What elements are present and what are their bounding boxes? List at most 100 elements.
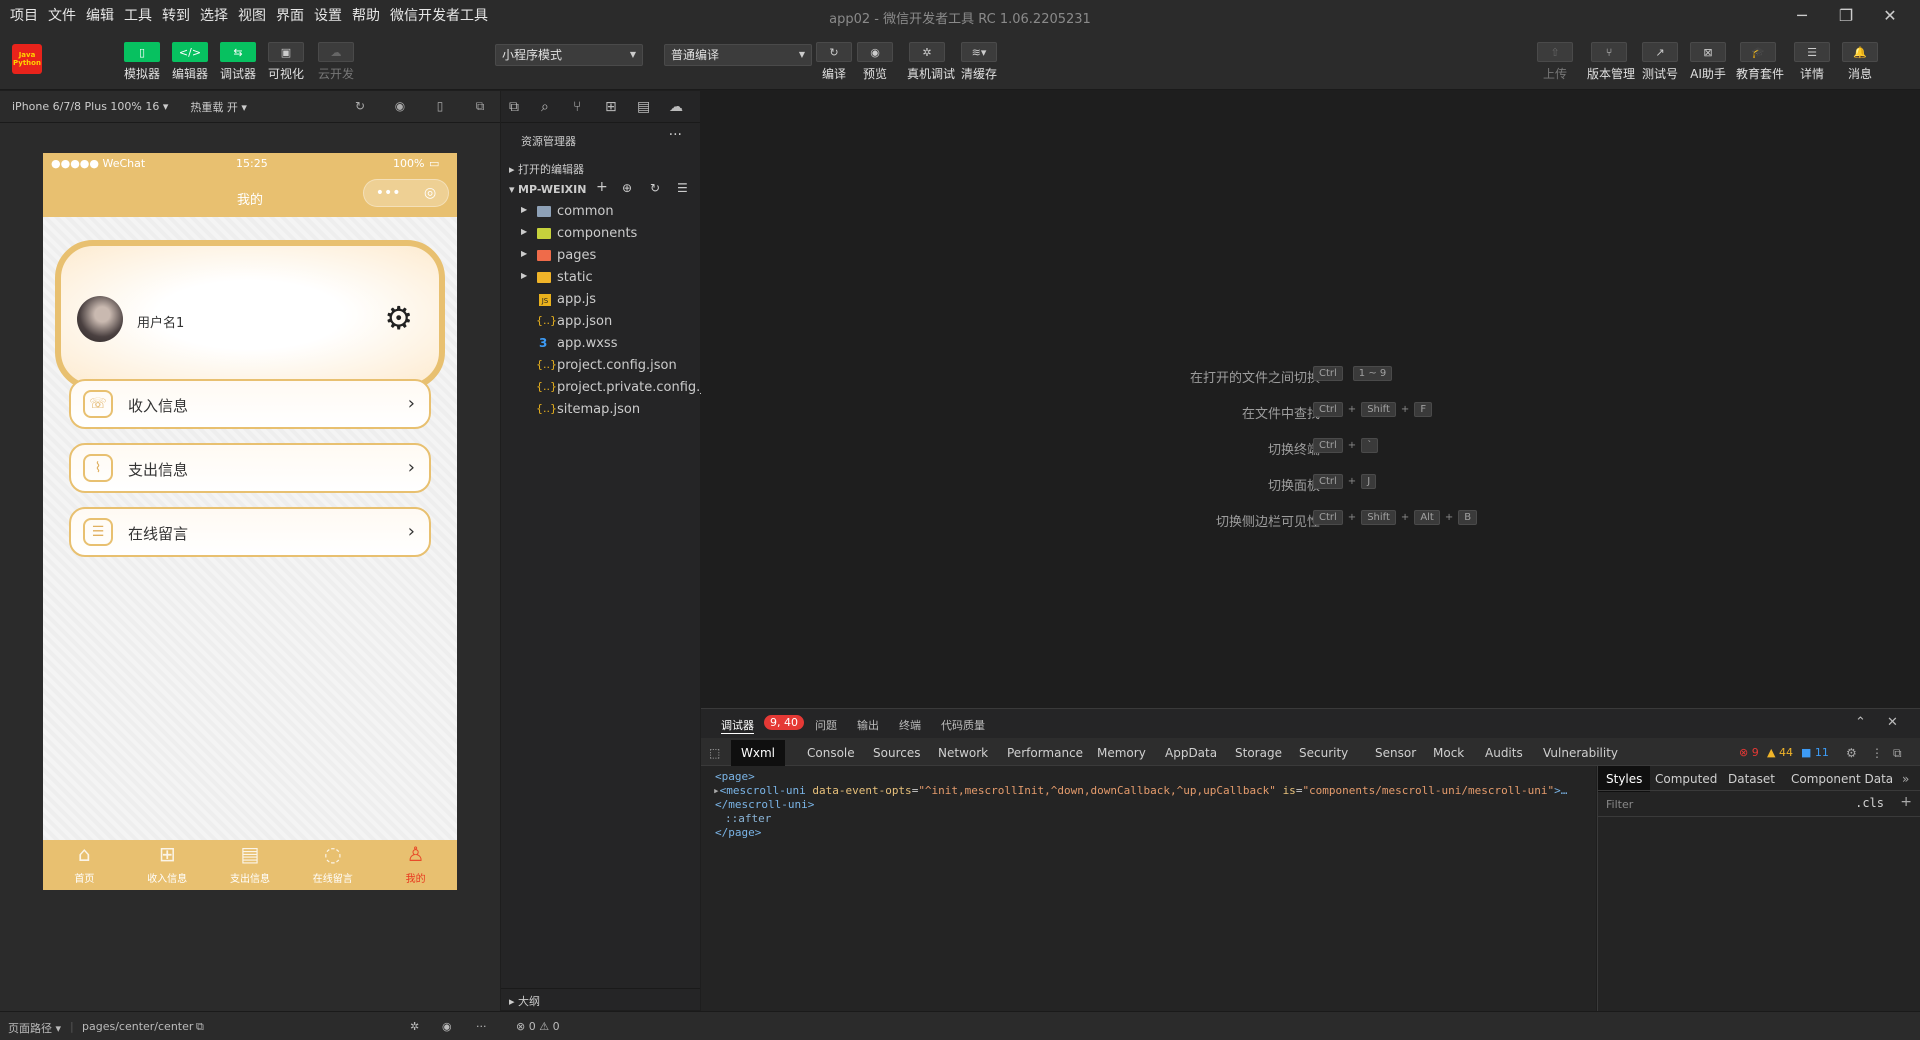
new-folder-icon[interactable]: ⊕: [622, 181, 632, 195]
visual-button[interactable]: ▣ 可视化: [266, 42, 306, 82]
info-count[interactable]: ■ 11: [1801, 746, 1829, 759]
chevron-double-right-icon[interactable]: »: [1902, 772, 1909, 786]
file-row-app-wxss[interactable]: 3 app.wxss: [501, 335, 700, 357]
filter-input[interactable]: Filter: [1606, 798, 1633, 811]
cls-toggle[interactable]: .cls: [1855, 796, 1884, 810]
close-icon[interactable]: ✕: [1887, 715, 1898, 730]
ai-button[interactable]: ⊠ AI助手: [1688, 42, 1728, 82]
simulator-button[interactable]: ▯ 模拟器: [122, 42, 162, 82]
inspect-icon[interactable]: ⬚: [709, 746, 720, 760]
restore-icon[interactable]: ❐: [1824, 4, 1868, 26]
debugger-button[interactable]: ⇆ 调试器: [218, 42, 258, 82]
tab-mine[interactable]: ♙ 我的: [374, 840, 457, 890]
tab-code-quality[interactable]: 代码质量: [941, 717, 985, 733]
more-icon[interactable]: ···: [476, 1020, 487, 1033]
outline-section[interactable]: ▸ 大纲: [501, 988, 700, 1010]
minimize-icon[interactable]: ─: [1780, 4, 1824, 26]
close-mini-program-icon[interactable]: ◎: [424, 185, 436, 201]
new-file-icon[interactable]: +: [596, 179, 608, 195]
preview-button[interactable]: ◉ 预览: [855, 42, 895, 82]
tab-component-data[interactable]: Component Data: [1791, 772, 1893, 786]
tab-wxml[interactable]: Wxml: [731, 740, 785, 766]
close-icon[interactable]: ✕: [1868, 4, 1912, 26]
warning-count[interactable]: ▲ 44: [1767, 746, 1793, 759]
menu-edit[interactable]: 编辑: [86, 5, 114, 25]
upload-button[interactable]: ⇧ 上传: [1535, 42, 1575, 82]
gear-icon[interactable]: ⚙: [384, 302, 413, 334]
more-icon[interactable]: ···: [669, 127, 682, 143]
clear-cache-button[interactable]: ≋▾ 清缓存: [959, 42, 999, 82]
popout-icon[interactable]: ⧉: [472, 99, 488, 115]
tab-terminal[interactable]: 终端: [899, 717, 921, 733]
tab-computed[interactable]: Computed: [1655, 772, 1717, 786]
tab-dataset[interactable]: Dataset: [1728, 772, 1775, 786]
problems-summary[interactable]: ⊗ 0 ⚠ 0: [516, 1020, 560, 1033]
folder-row-common[interactable]: ▶ common: [501, 203, 700, 225]
menu-interface[interactable]: 界面: [276, 5, 304, 25]
collapse-icon[interactable]: ☰: [677, 181, 688, 195]
docker-icon[interactable]: ☁: [669, 99, 683, 115]
menu-file[interactable]: 文件: [48, 5, 76, 25]
tab-home[interactable]: ⌂ 首页: [43, 840, 126, 890]
compile-select[interactable]: 普通编译 ▼: [664, 44, 812, 66]
file-row-project-private-config[interactable]: {..} project.private.config.js...: [501, 379, 723, 401]
open-editors-section[interactable]: ▸ 打开的编辑器: [509, 161, 584, 177]
menu-item-message[interactable]: ☰ 在线留言 ›: [69, 507, 431, 557]
folder-row-pages[interactable]: ▶ pages: [501, 247, 700, 269]
menu-help[interactable]: 帮助: [352, 5, 380, 25]
extensions-icon[interactable]: ⊞: [605, 99, 617, 115]
message-button[interactable]: 🔔 消息: [1840, 42, 1880, 82]
capsule-menu[interactable]: ••• ◎: [363, 179, 449, 207]
mode-select[interactable]: 小程序模式 ▼: [495, 44, 643, 66]
storage-icon[interactable]: ▤: [637, 99, 650, 115]
add-rule-icon[interactable]: +: [1900, 794, 1912, 810]
tab-memory[interactable]: Memory: [1097, 746, 1146, 760]
wxml-node-mescroll[interactable]: ▸<mescroll-uni data-event-opts="^init,me…: [713, 784, 1567, 797]
menu-item-expense[interactable]: ⌇ 支出信息 ›: [69, 443, 431, 493]
device-select[interactable]: iPhone 6/7/8 Plus 100% 16 ▾: [12, 100, 168, 113]
copy-icon[interactable]: ⧉: [196, 1020, 204, 1034]
kebab-menu-icon[interactable]: ⋮: [1871, 746, 1883, 760]
folder-row-components[interactable]: ▶ components: [501, 225, 700, 247]
test-id-button[interactable]: ↗ 测试号: [1640, 42, 1680, 82]
tab-network[interactable]: Network: [938, 746, 988, 760]
tab-styles[interactable]: Styles: [1598, 766, 1651, 792]
dock-icon[interactable]: ⧉: [1893, 746, 1902, 761]
file-row-app-json[interactable]: {..} app.json: [501, 313, 700, 335]
editor-button[interactable]: </> 编辑器: [170, 42, 210, 82]
tab-appdata[interactable]: AppData: [1165, 746, 1217, 760]
menu-select[interactable]: 选择: [200, 5, 228, 25]
detail-button[interactable]: ☰ 详情: [1792, 42, 1832, 82]
tab-security[interactable]: Security: [1299, 746, 1348, 760]
eye-icon[interactable]: ◉: [442, 1020, 452, 1033]
rotate-icon[interactable]: ↻: [352, 99, 368, 115]
hot-reload-toggle[interactable]: 热重载 开 ▾: [190, 99, 247, 115]
wxml-node-close[interactable]: </mescroll-uni>: [715, 798, 814, 811]
tab-expense[interactable]: ▤ 支出信息: [209, 840, 292, 890]
project-section[interactable]: ▾ MP-WEIXIN: [509, 183, 586, 196]
menu-item-income[interactable]: ☏ 收入信息 ›: [69, 379, 431, 429]
chevron-up-icon[interactable]: ⌃: [1855, 715, 1866, 730]
tab-mock[interactable]: Mock: [1433, 746, 1464, 760]
phone-frame-icon[interactable]: ▯: [432, 99, 448, 115]
more-dots-icon[interactable]: •••: [376, 185, 401, 201]
wxml-node-page-close[interactable]: </page>: [715, 826, 761, 839]
file-row-app-js[interactable]: JS app.js: [501, 291, 700, 313]
tab-storage[interactable]: Storage: [1235, 746, 1282, 760]
menu-tools[interactable]: 工具: [124, 5, 152, 25]
tab-console[interactable]: Console: [807, 746, 855, 760]
files-icon[interactable]: ⧉: [509, 99, 519, 115]
tab-audits[interactable]: Audits: [1485, 746, 1523, 760]
menu-wechat-devtools[interactable]: 微信开发者工具: [390, 5, 488, 25]
expand-arrow-icon[interactable]: ▸: [713, 784, 720, 797]
tab-problems[interactable]: 问题: [815, 717, 837, 733]
refresh-icon[interactable]: ↻: [650, 181, 660, 195]
source-control-icon[interactable]: ⑂: [573, 99, 581, 115]
edu-button[interactable]: 🎓 教育套件: [1736, 42, 1784, 82]
menu-goto[interactable]: 转到: [162, 5, 190, 25]
tab-output[interactable]: 输出: [857, 717, 879, 733]
tab-sources[interactable]: Sources: [873, 746, 920, 760]
tab-debugger[interactable]: 调试器: [721, 717, 754, 734]
compile-button[interactable]: ↻ 编译: [814, 42, 854, 82]
bug-icon[interactable]: ✲: [410, 1020, 419, 1033]
